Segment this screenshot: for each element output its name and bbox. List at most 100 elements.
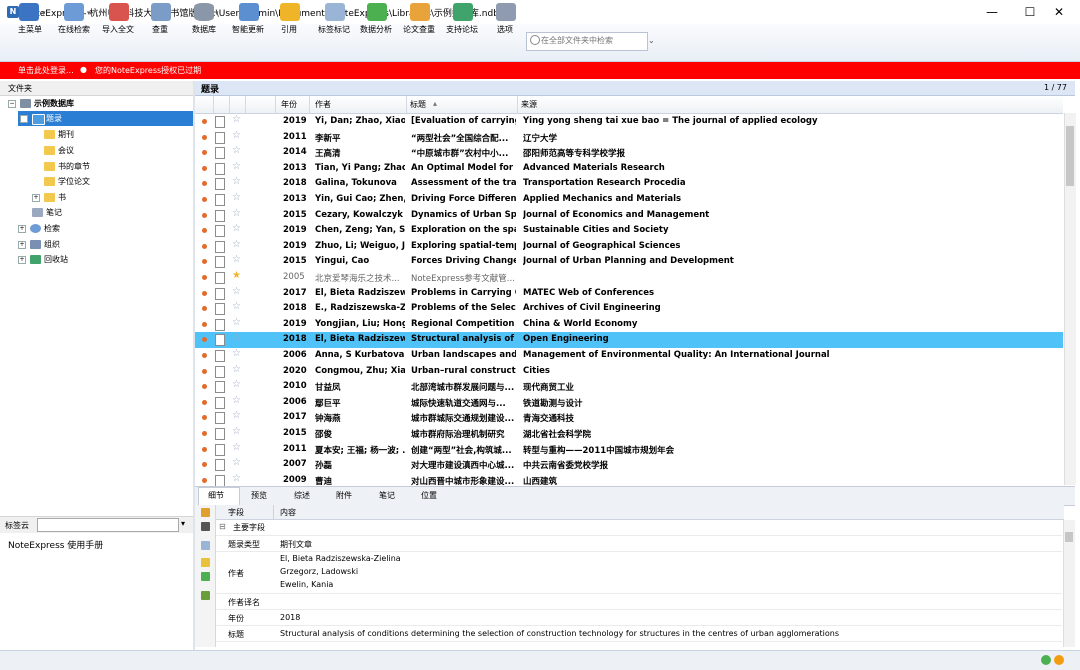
table-row[interactable]: ☆ 2006 Anna, S Kurbatova; . Urban landscape…	[195, 348, 1063, 364]
data-analysis-button[interactable]: 数据分析	[358, 1, 396, 36]
cell-title: 对大理市建设滇西中心城...	[411, 461, 515, 472]
tree-item-theses[interactable]: 学位论文	[44, 174, 184, 189]
edit-icon[interactable]	[201, 558, 210, 567]
tab-details[interactable]: 细节	[208, 490, 224, 501]
document-icon	[215, 256, 225, 269]
lock-icon[interactable]	[201, 508, 210, 517]
table-row[interactable]: ☆ 2015 邵俊 城市群府际治理机制研究 湖北省社会科学院	[195, 426, 1063, 442]
field-value[interactable]: 2018	[280, 613, 300, 622]
cell-author: Cezary, Kowalczyk	[315, 209, 403, 220]
table-row[interactable]: ☆ 2019 Zhuo, Li; Weiguo, Jia Exploring spat…	[195, 239, 1063, 255]
field-value[interactable]: Structural analysis of conditions determ…	[280, 629, 839, 638]
table-row[interactable]: ☆ 2010 甘益凤 北部湾城市群发展问题与... 现代商贸工业	[195, 379, 1063, 395]
tab-location[interactable]: 位置	[421, 490, 437, 501]
table-row[interactable]: ☆ 2019 Chen, Zeng; Yan, So. Exploration on …	[195, 223, 1063, 239]
tag-cloud-select[interactable]	[37, 518, 179, 532]
cell-title: 城市群府际治理机制研究	[411, 430, 505, 440]
table-row[interactable]: ☆ 2013 Tian, Yi Pang; Zhao, An Optimal Mode…	[195, 161, 1063, 177]
table-row[interactable]: ☆ 2018 El, Bieta Radziszewsk Structural ana…	[195, 332, 1063, 348]
database-button[interactable]: ▾ 数据库	[190, 1, 224, 36]
table-row[interactable]: ☆ 2011 夏本安; 王福; 杨一波; .. 创建“两型”社会,构筑城... 转型与重…	[195, 442, 1063, 458]
expand-icon[interactable]: +	[18, 256, 26, 264]
tree-item-references[interactable]: − 题录	[18, 111, 193, 126]
tree-item-database[interactable]: − 示例数据库	[8, 96, 188, 111]
import-fulltext-button[interactable]: 导入全文	[100, 1, 138, 36]
field-value[interactable]: 期刊文章	[280, 539, 312, 550]
search-field[interactable]	[526, 32, 648, 51]
table-row[interactable]: ☆ 2011 李新平 “两型社会”全国综合配... 辽宁大学	[195, 130, 1063, 146]
close-button[interactable]: ✕	[1036, 0, 1080, 24]
tree-item-book-chapters[interactable]: 书的章节	[44, 159, 184, 174]
grid-icon[interactable]	[201, 572, 210, 581]
table-row[interactable]: ☆ 2015 Cezary, Kowalczyk Dynamics of Urban …	[195, 208, 1063, 224]
paper-check-button[interactable]: 论文查重	[401, 1, 439, 36]
table-row[interactable]: ☆ 2018 Galina, Tokunova Assessment of the t…	[195, 176, 1063, 192]
cell-author: Yi, Dan; Zhao, Xiao-...	[315, 116, 405, 126]
expand-icon[interactable]: +	[18, 241, 26, 249]
status-dot-icon	[202, 243, 207, 249]
list-scroll-thumb[interactable]	[1066, 126, 1074, 186]
tree-item-recycle-bin[interactable]: + 回收站	[18, 252, 178, 267]
tree-item-conferences[interactable]: 会议	[44, 143, 184, 158]
cell-title: Forces Driving Changes	[411, 256, 516, 267]
cell-author: El, Bieta Radziszewsk	[315, 287, 405, 298]
tree-item-books[interactable]: + 书	[32, 190, 182, 205]
table-row[interactable]: ☆ 2017 El, Bieta Radziszewsk Problems in Ca…	[195, 286, 1063, 302]
table-row[interactable]: ☆ 2014 王高清 “中原城市群”农村中小... 邵阳师范高等专科学校学报	[195, 145, 1063, 161]
references-icon	[32, 114, 45, 125]
dedupe-button[interactable]: 查重	[148, 1, 174, 36]
column-author[interactable]: 作者	[315, 99, 331, 110]
table-row[interactable]: ☆ 2019 Yongjian, Liu; Hong, Regional Compet…	[195, 317, 1063, 333]
table-row[interactable]: ☆ 2018 E., Radziszewska-Zie Problems of the…	[195, 301, 1063, 317]
table-row[interactable]: ☆ 2015 Yingui, Cao Forces Driving Changes Jo…	[195, 254, 1063, 270]
table-row[interactable]: ☆ 2019 Yi, Dan; Zhao, Xiao-... [Evaluation …	[195, 114, 1063, 130]
tab-attachments[interactable]: 附件	[336, 490, 352, 501]
support-forum-button[interactable]: 支持论坛	[444, 1, 482, 36]
column-source[interactable]: 来源	[521, 99, 537, 110]
chevron-down-icon: ▾	[215, 9, 219, 17]
table-row[interactable]: ☆ 2013 Yin, Gui Cao; Zhen, .. Driving Force…	[195, 192, 1063, 208]
database-icon	[20, 99, 31, 108]
copy-icon[interactable]	[201, 541, 210, 550]
tree-item-search[interactable]: + 检索	[18, 221, 178, 236]
expand-icon[interactable]: +	[32, 194, 40, 202]
field-value[interactable]: El, Bieta Radziszewska-Zielina	[280, 554, 401, 563]
tag-mark-button[interactable]: 标签标记	[316, 1, 354, 36]
tab-preview[interactable]: 预览	[251, 490, 267, 501]
field-value[interactable]: Grzegorz, Ladowski	[280, 567, 358, 576]
manual-link[interactable]: NoteExpress 使用手册	[8, 538, 103, 551]
cell-year: 2015	[283, 428, 307, 438]
collapse-icon[interactable]: −	[8, 100, 16, 108]
options-button[interactable]: 选项	[494, 1, 518, 36]
collapse-icon[interactable]: −	[20, 115, 28, 123]
cell-source: Transportation Research Procedia	[523, 178, 686, 189]
tab-notes[interactable]: 笔记	[379, 490, 395, 501]
chevron-down-icon[interactable]: ▾	[181, 519, 185, 528]
column-title[interactable]: 标题	[410, 99, 426, 110]
tree-item-journals[interactable]: 期刊	[44, 127, 184, 142]
cell-source: MATEC Web of Conferences	[523, 287, 655, 298]
column-year[interactable]: 年份	[281, 99, 297, 110]
smart-update-button[interactable]: 智能更新	[230, 1, 268, 36]
collapse-icon[interactable]: ⊟	[219, 522, 226, 531]
detail-scroll-thumb[interactable]	[1065, 532, 1073, 542]
expand-icon[interactable]: +	[18, 225, 26, 233]
main-menu-button[interactable]: ▾ 主菜单	[14, 1, 48, 36]
cite-button[interactable]: 引用	[278, 1, 302, 36]
tree-item-notes[interactable]: 笔记	[32, 205, 182, 220]
login-link[interactable]: 单击此处登录...	[18, 65, 74, 76]
search-input[interactable]	[527, 33, 645, 48]
table-row[interactable]: ☆ 2020 Congmou, Zhu; Xiao Urban–rural const…	[195, 364, 1063, 380]
online-search-button[interactable]: ▾ 在线检索	[56, 1, 94, 36]
save-icon[interactable]	[201, 522, 210, 531]
link-icon[interactable]	[201, 591, 210, 600]
table-row[interactable]: ☆ 2007 孙磊 对大理市建设滇西中心城... 中共云南省委党校学报	[195, 457, 1063, 473]
table-row[interactable]: ☆ 2017 钟海燕 城市群城际交通规划建设... 青海交通科技	[195, 410, 1063, 426]
cell-year: 2019	[283, 116, 307, 126]
table-row[interactable]: ☆ 2006 鄢巨平 城际快速轨道交通网与... 铁道勘测与设计	[195, 395, 1063, 411]
table-row[interactable]: ★ 2005 北京爱琴海乐之技术... NoteExpress参考文献管...	[195, 270, 1063, 286]
field-value[interactable]: Ewelin, Kania	[280, 580, 333, 589]
search-dropdown-icon[interactable]: ⌄	[648, 36, 655, 45]
tab-summary[interactable]: 综述	[294, 490, 310, 501]
tree-item-organize[interactable]: + 组织	[18, 237, 178, 252]
